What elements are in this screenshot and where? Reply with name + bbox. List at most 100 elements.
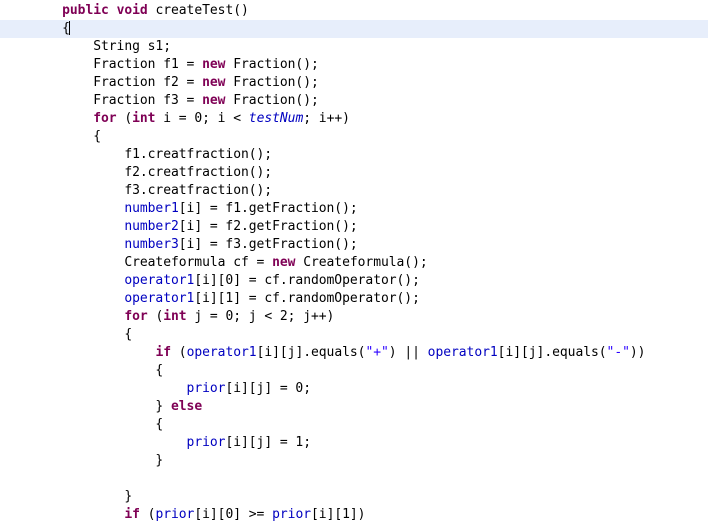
token-string-literal: "+" — [365, 345, 389, 360]
code-text-area[interactable]: public void createTest() { String s1; Fr… — [0, 0, 708, 524]
code-line[interactable]: prior[i][j] = 1; — [0, 434, 708, 452]
token-plain: [i][j] = 0; — [225, 381, 311, 396]
code-line[interactable]: } — [0, 452, 708, 470]
token-string-literal: "-" — [606, 345, 630, 360]
token-plain: ; i++) — [303, 111, 350, 126]
code-line[interactable]: if (operator1[i][j].equals("+") || opera… — [0, 344, 708, 362]
text-caret — [68, 21, 70, 35]
token-plain: [i] = f2.getFraction(); — [178, 219, 358, 234]
code-line[interactable]: { — [0, 20, 708, 38]
token-keyword: new — [272, 255, 296, 270]
token-field: prior — [186, 435, 226, 450]
token-plain: { — [31, 363, 164, 378]
token-plain: [i][0] >= — [194, 507, 273, 522]
code-line[interactable]: f2.creatfraction(); — [0, 164, 708, 182]
token-plain: } — [31, 453, 164, 468]
code-line[interactable]: if (prior[i][0] >= prior[i][1]) — [0, 506, 708, 524]
token-plain: } — [31, 489, 133, 504]
token-plain: [i] = f1.getFraction(); — [178, 201, 358, 216]
code-line[interactable]: { — [0, 128, 708, 146]
token-keyword: for — [93, 111, 117, 126]
code-line[interactable] — [0, 470, 708, 488]
token-plain: Fraction f3 = — [31, 93, 203, 108]
token-plain: Createformula cf = — [31, 255, 273, 270]
code-line[interactable]: { — [0, 362, 708, 380]
code-line[interactable]: Createformula cf = new Createformula(); — [0, 254, 708, 272]
code-line[interactable]: Fraction f3 = new Fraction(); — [0, 92, 708, 110]
token-plain: [i][0] = cf.randomOperator(); — [194, 273, 420, 288]
token-field: prior — [155, 507, 195, 522]
token-plain: ( — [147, 309, 164, 324]
token-field: operator1 — [124, 273, 195, 288]
token-plain: f3.creatfraction(); — [31, 183, 273, 198]
code-line[interactable]: f1.creatfraction(); — [0, 146, 708, 164]
token-keyword: public — [62, 3, 109, 18]
token-keyword: for — [124, 309, 148, 324]
token-keyword: if — [124, 507, 140, 522]
code-line[interactable]: operator1[i][1] = cf.randomOperator(); — [0, 290, 708, 308]
token-plain: [i][j] = 1; — [225, 435, 311, 450]
token-field: operator1 — [427, 345, 498, 360]
token-plain: )) — [629, 345, 646, 360]
token-plain: { — [31, 417, 164, 432]
code-line[interactable]: number3[i] = f3.getFraction(); — [0, 236, 708, 254]
token-static-field: testNum — [248, 111, 304, 126]
token-plain: String s1; — [31, 39, 171, 54]
token-plain: Fraction(); — [225, 93, 319, 108]
token-plain: [i][1] = cf.randomOperator(); — [194, 291, 420, 306]
token-plain: [i][1]) — [311, 507, 366, 522]
token-field: operator1 — [124, 291, 195, 306]
token-keyword: new — [202, 75, 226, 90]
token-plain: ( — [171, 345, 187, 360]
token-plain: j = 0; j < 2; j++) — [186, 309, 335, 324]
code-line[interactable]: number1[i] = f1.getFraction(); — [0, 200, 708, 218]
code-line[interactable]: operator1[i][0] = cf.randomOperator(); — [0, 272, 708, 290]
token-field: number3 — [124, 237, 179, 252]
code-line[interactable]: } else — [0, 398, 708, 416]
code-line[interactable]: { — [0, 326, 708, 344]
code-line[interactable]: { — [0, 416, 708, 434]
token-plain: Fraction f2 = — [31, 75, 203, 90]
token-plain: [i][j].equals( — [497, 345, 607, 360]
token-plain: ( — [139, 507, 156, 522]
code-line[interactable]: } — [0, 488, 708, 506]
code-line[interactable]: public void createTest() — [0, 2, 708, 20]
token-plain: i = 0; i < — [155, 111, 249, 126]
token-plain: ( — [116, 111, 133, 126]
token-keyword: new — [202, 57, 226, 72]
token-plain: createTest() — [147, 3, 249, 18]
token-plain: { — [31, 129, 101, 144]
token-plain: [i][j].equals( — [256, 345, 366, 360]
token-field: prior — [186, 381, 226, 396]
code-line[interactable]: for (int j = 0; j < 2; j++) — [0, 308, 708, 326]
token-plain: { — [31, 327, 133, 342]
code-line[interactable]: number2[i] = f2.getFraction(); — [0, 218, 708, 236]
token-plain: Fraction(); — [225, 75, 319, 90]
code-line[interactable]: prior[i][j] = 0; — [0, 380, 708, 398]
code-line[interactable]: f3.creatfraction(); — [0, 182, 708, 200]
token-plain: Fraction f1 = — [31, 57, 203, 72]
token-field: operator1 — [186, 345, 257, 360]
token-plain: } — [31, 399, 171, 414]
code-line[interactable]: Fraction f1 = new Fraction(); — [0, 56, 708, 74]
code-line[interactable]: for (int i = 0; i < testNum; i++) — [0, 110, 708, 128]
code-line[interactable]: String s1; — [0, 38, 708, 56]
code-line[interactable]: Fraction f2 = new Fraction(); — [0, 74, 708, 92]
token-field: number2 — [124, 219, 179, 234]
code-editor[interactable]: public void createTest() { String s1; Fr… — [0, 0, 708, 530]
token-plain: { — [31, 21, 70, 36]
token-plain: f2.creatfraction(); — [31, 165, 273, 180]
token-plain: Fraction(); — [225, 57, 319, 72]
